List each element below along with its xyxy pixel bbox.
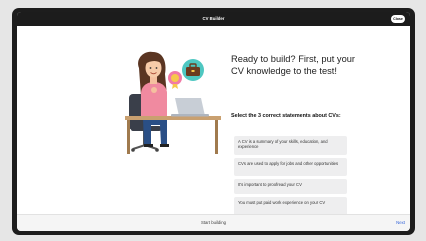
- question-prompt: Select the 3 correct statements about CV…: [231, 113, 341, 119]
- progress-label: Start building: [200, 220, 227, 225]
- app-screen: CV Builder Close Ready to build? First, …: [17, 12, 410, 231]
- intro-heading: Ready to build? First, put your CV knowl…: [231, 54, 356, 76]
- top-bar: CV Builder Close: [17, 12, 410, 26]
- close-button[interactable]: Close: [391, 15, 405, 23]
- medal-icon: [168, 71, 182, 89]
- next-button[interactable]: Next: [396, 215, 405, 231]
- laptop: [171, 98, 209, 117]
- device-frame: CV Builder Close Ready to build? First, …: [12, 8, 415, 235]
- answer-option[interactable]: A CV is a summary of your skills, educat…: [234, 136, 347, 155]
- answer-options: A CV is a summary of your skills, educat…: [234, 136, 347, 219]
- app-title: CV Builder: [202, 16, 225, 21]
- footer-bar: Start building Next: [17, 214, 410, 231]
- answer-option[interactable]: It's important to proofread your CV: [234, 179, 347, 194]
- briefcase-icon: [182, 59, 204, 81]
- woman-at-desk-illustration: [125, 51, 221, 154]
- answer-option[interactable]: CVs are used to apply for jobs and other…: [234, 158, 347, 176]
